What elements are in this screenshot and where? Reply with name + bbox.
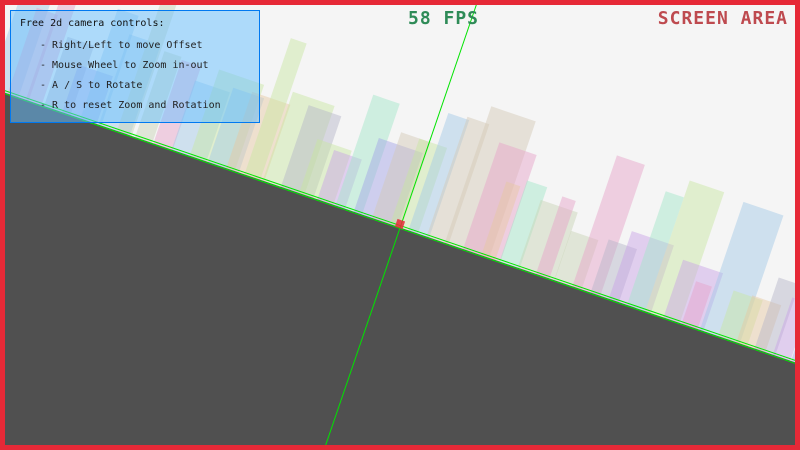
fps-counter: 58 FPS bbox=[408, 8, 480, 29]
controls-title: Free 2d camera controls: bbox=[20, 18, 165, 29]
control-hint-reset: - R to reset Zoom and Rotation bbox=[40, 100, 221, 111]
screen-area-label: SCREEN AREA bbox=[657, 8, 788, 29]
controls-info-panel: Free 2d camera controls: - Right/Left to… bbox=[10, 10, 260, 123]
control-hint-rotate: - A / S to Rotate bbox=[40, 80, 143, 91]
game-viewport[interactable]: Free 2d camera controls: - Right/Left to… bbox=[0, 0, 800, 450]
control-hint-offset: - Right/Left to move Offset bbox=[40, 40, 203, 51]
control-hint-zoom: - Mouse Wheel to Zoom in-out bbox=[40, 60, 209, 71]
